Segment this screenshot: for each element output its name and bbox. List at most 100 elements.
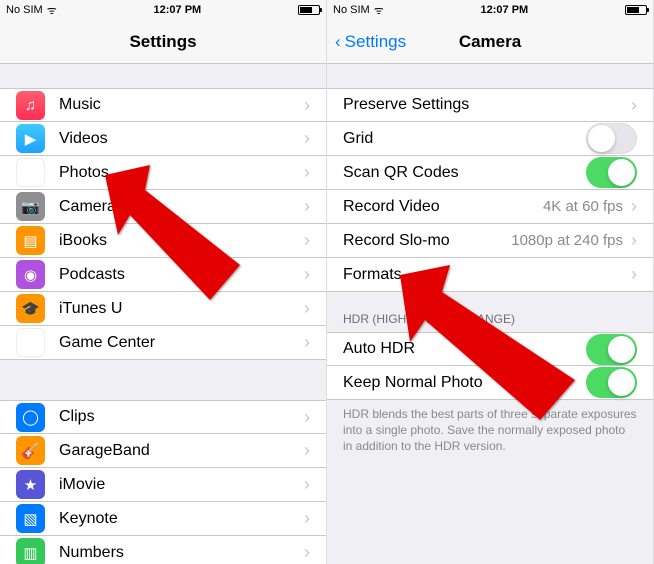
- wifi-icon: ᯤ: [47, 3, 57, 18]
- nav-bar: ‹ Settings Camera: [327, 20, 653, 64]
- garageband-icon: 🎸: [16, 436, 45, 465]
- settings-row-numbers[interactable]: ▥ Numbers›: [0, 536, 326, 564]
- row-label: Photos: [59, 164, 304, 182]
- settings-row-photos[interactable]: ✿ Photos›: [0, 156, 326, 190]
- status-bar: No SIM ᯤ 12:07 PM: [327, 0, 653, 20]
- settings-row-ibooks[interactable]: ▤ iBooks›: [0, 224, 326, 258]
- clock: 12:07 PM: [154, 4, 202, 16]
- row-label: Grid: [343, 130, 586, 148]
- toggle-switch[interactable]: [586, 334, 637, 365]
- camera-row-preserve-settings[interactable]: Preserve Settings›: [327, 88, 653, 122]
- row-label: iBooks: [59, 232, 304, 250]
- ibooks-icon: ▤: [16, 226, 45, 255]
- game-center-icon: ●●: [16, 328, 45, 357]
- chevron-right-icon: ›: [304, 474, 310, 495]
- row-value: 4K at 60 fps: [543, 198, 623, 215]
- nav-bar: Settings: [0, 20, 326, 64]
- row-label: Music: [59, 96, 304, 114]
- row-label: Formats: [343, 266, 631, 284]
- row-label: Scan QR Codes: [343, 164, 586, 182]
- wifi-icon: ᯤ: [374, 3, 384, 18]
- settings-row-podcasts[interactable]: ◉ Podcasts›: [0, 258, 326, 292]
- settings-row-music[interactable]: ♫ Music›: [0, 88, 326, 122]
- battery-icon: [625, 5, 647, 15]
- status-bar: No SIM ᯤ 12:07 PM: [0, 0, 326, 20]
- toggle-switch[interactable]: [586, 367, 637, 398]
- clock: 12:07 PM: [481, 4, 529, 16]
- row-label: iTunes U: [59, 300, 304, 318]
- camera-row-formats[interactable]: Formats›: [327, 258, 653, 292]
- chevron-right-icon: ›: [304, 440, 310, 461]
- hdr-section-header: HDR (HIGH DYNAMIC RANGE): [327, 292, 653, 332]
- settings-row-camera[interactable]: 📷 Camera›: [0, 190, 326, 224]
- settings-list[interactable]: ♫Music›▶Videos›✿Photos›📷Camera›▤iBooks›◉…: [0, 64, 326, 564]
- chevron-right-icon: ›: [304, 332, 310, 353]
- row-label: Preserve Settings: [343, 96, 631, 114]
- row-value: 1080p at 240 fps: [511, 232, 623, 249]
- chevron-right-icon: ›: [304, 508, 310, 529]
- chevron-right-icon: ›: [304, 196, 310, 217]
- camera-row-scan-qr-codes[interactable]: Scan QR Codes: [327, 156, 653, 190]
- chevron-right-icon: ›: [304, 128, 310, 149]
- row-label: Clips: [59, 408, 304, 426]
- camera-icon: 📷: [16, 192, 45, 221]
- clips-icon: ◯: [16, 403, 45, 432]
- videos-icon: ▶: [16, 124, 45, 153]
- camera-row-record-video[interactable]: Record Video4K at 60 fps ›: [327, 190, 653, 224]
- settings-row-garageband[interactable]: 🎸 GarageBand›: [0, 434, 326, 468]
- music-icon: ♫: [16, 91, 45, 120]
- row-label: Auto HDR: [343, 340, 586, 358]
- toggle-switch[interactable]: [586, 123, 637, 154]
- settings-row-videos[interactable]: ▶ Videos›: [0, 122, 326, 156]
- row-label: Game Center: [59, 334, 304, 352]
- carrier-text: No SIM: [333, 4, 370, 16]
- camera-row-keep-normal-photo[interactable]: Keep Normal Photo: [327, 366, 653, 400]
- row-label: Numbers: [59, 544, 304, 562]
- row-label: Record Slo-mo: [343, 232, 511, 250]
- chevron-right-icon: ›: [631, 230, 637, 251]
- chevron-right-icon: ›: [304, 264, 310, 285]
- chevron-right-icon: ›: [304, 162, 310, 183]
- row-label: Podcasts: [59, 266, 304, 284]
- keynote-icon: ▧: [16, 504, 45, 533]
- settings-row-itunes-u[interactable]: 🎓 iTunes U›: [0, 292, 326, 326]
- carrier-text: No SIM: [6, 4, 43, 16]
- chevron-right-icon: ›: [304, 230, 310, 251]
- back-label: Settings: [345, 32, 406, 52]
- back-button[interactable]: ‹ Settings: [327, 32, 406, 52]
- nav-title: Settings: [0, 32, 326, 52]
- camera-row-grid[interactable]: Grid: [327, 122, 653, 156]
- camera-settings-list[interactable]: Preserve Settings›GridScan QR CodesRecor…: [327, 64, 653, 564]
- settings-row-imovie[interactable]: ★ iMovie›: [0, 468, 326, 502]
- settings-row-clips[interactable]: ◯ Clips›: [0, 400, 326, 434]
- chevron-right-icon: ›: [631, 264, 637, 285]
- chevron-right-icon: ›: [304, 95, 310, 116]
- row-label: iMovie: [59, 476, 304, 494]
- numbers-icon: ▥: [16, 538, 45, 564]
- hdr-section-footer: HDR blends the best parts of three separ…: [327, 400, 653, 463]
- photos-icon: ✿: [16, 158, 45, 187]
- camera-row-auto-hdr[interactable]: Auto HDR: [327, 332, 653, 366]
- left-screenshot: No SIM ᯤ 12:07 PM Settings ♫Music›▶Video…: [0, 0, 327, 564]
- row-label: Camera: [59, 198, 304, 216]
- row-label: Record Video: [343, 198, 543, 216]
- podcasts-icon: ◉: [16, 260, 45, 289]
- chevron-right-icon: ›: [304, 298, 310, 319]
- row-label: Keep Normal Photo: [343, 374, 586, 392]
- battery-icon: [298, 5, 320, 15]
- itunes-u-icon: 🎓: [16, 294, 45, 323]
- chevron-right-icon: ›: [631, 196, 637, 217]
- right-screenshot: No SIM ᯤ 12:07 PM ‹ Settings Camera Pres…: [327, 0, 654, 564]
- imovie-icon: ★: [16, 470, 45, 499]
- settings-row-keynote[interactable]: ▧ Keynote›: [0, 502, 326, 536]
- row-label: Keynote: [59, 510, 304, 528]
- chevron-right-icon: ›: [304, 407, 310, 428]
- camera-row-record-slo-mo[interactable]: Record Slo-mo1080p at 240 fps ›: [327, 224, 653, 258]
- row-label: Videos: [59, 130, 304, 148]
- chevron-left-icon: ‹: [335, 32, 341, 52]
- chevron-right-icon: ›: [631, 95, 637, 116]
- row-label: GarageBand: [59, 442, 304, 460]
- toggle-switch[interactable]: [586, 157, 637, 188]
- chevron-right-icon: ›: [304, 542, 310, 563]
- settings-row-game-center[interactable]: ●● Game Center›: [0, 326, 326, 360]
